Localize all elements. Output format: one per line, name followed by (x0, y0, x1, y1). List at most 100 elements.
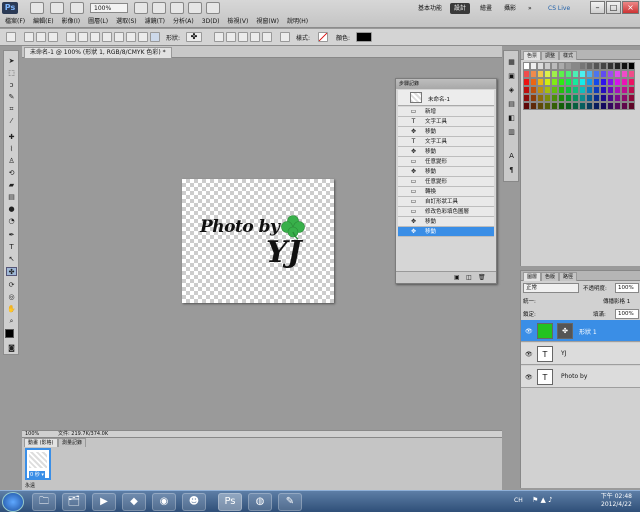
custom-shape-option[interactable] (150, 32, 160, 42)
delete-state-icon[interactable]: 🗑 (478, 274, 486, 281)
view-extras-icon[interactable] (70, 2, 84, 14)
color-swatch[interactable] (621, 94, 628, 102)
color-swatch[interactable] (593, 70, 600, 78)
color-swatch[interactable] (579, 62, 586, 70)
cs-live-button[interactable]: CS Live (544, 3, 574, 14)
tab-channels[interactable]: 色版 (541, 272, 560, 281)
color-swatch[interactable] (523, 102, 530, 110)
color-swatch[interactable] (544, 102, 551, 110)
color-swatch[interactable] (537, 86, 544, 94)
layer-photo-by[interactable]: 👁 T Photo by (521, 366, 640, 388)
color-swatch[interactable] (607, 78, 614, 86)
minimize-icon[interactable]: – (590, 1, 605, 14)
mini-panel-icon-1[interactable]: ▦ (506, 57, 517, 67)
color-swatch[interactable] (530, 62, 537, 70)
tab-paths[interactable]: 路徑 (559, 272, 578, 281)
type-tool-icon[interactable]: T (6, 243, 17, 252)
blur-tool-icon[interactable]: ● (6, 205, 17, 214)
layer-shape-1[interactable]: 👁 ✤ 形狀 1 (521, 320, 640, 342)
color-swatch[interactable] (600, 70, 607, 78)
color-swatch[interactable] (628, 86, 635, 94)
tool-preset-picker[interactable] (6, 32, 16, 42)
globe-taskbar-icon[interactable]: ◍ (248, 493, 272, 511)
tab-measurement-log[interactable]: 測量記錄 (58, 438, 87, 447)
color-swatch[interactable] (593, 78, 600, 86)
menu-layer[interactable]: 圖層(L) (88, 16, 108, 28)
history-state[interactable]: ▭ 自訂形狀工具 (398, 197, 494, 207)
create-snapshot-icon[interactable]: ◫ (466, 274, 472, 281)
color-swatch[interactable] (593, 62, 600, 70)
fill-input[interactable]: 100% (615, 309, 639, 319)
folder-taskbar-icon[interactable]: 🗂 (62, 493, 86, 511)
color-swatch[interactable] (593, 86, 600, 94)
color-swatch[interactable] (600, 94, 607, 102)
foreground-color-swatch[interactable] (5, 329, 14, 338)
color-swatch[interactable] (530, 102, 537, 110)
color-swatch[interactable] (558, 102, 565, 110)
hand-tool-icon[interactable]: ✋ (6, 305, 17, 314)
close-icon[interactable]: × (622, 1, 639, 14)
color-swatch[interactable] (544, 78, 551, 86)
propagate-frame-checkbox[interactable]: 傳播影格 1 (603, 297, 630, 305)
frame-delay[interactable]: 0 秒 ▾ (29, 471, 45, 478)
workspace-essentials[interactable]: 基本功能 (414, 3, 446, 14)
arrange-documents-icon[interactable] (188, 2, 202, 14)
character-panel-icon[interactable]: A (506, 151, 517, 161)
color-swatch[interactable] (537, 94, 544, 102)
menu-help[interactable]: 說明(H) (287, 16, 308, 28)
dodge-tool-icon[interactable]: ◔ (6, 217, 17, 226)
history-brush-tool-icon[interactable]: ⟲ (6, 169, 17, 178)
color-swatch[interactable] (558, 70, 565, 78)
freeform-pen-option[interactable] (78, 32, 88, 42)
canvas[interactable]: Photo by YJ (182, 179, 334, 303)
color-swatch[interactable] (621, 62, 628, 70)
link-icon[interactable] (280, 32, 290, 42)
menu-file[interactable]: 檔案(F) (5, 16, 25, 28)
color-swatch[interactable] (523, 62, 530, 70)
start-button-icon[interactable] (2, 492, 24, 512)
color-swatch[interactable] (621, 86, 628, 94)
color-swatch[interactable] (586, 78, 593, 86)
history-state[interactable]: ✥ 移動 (398, 167, 494, 177)
explorer-taskbar-icon[interactable]: 🗀 (32, 493, 56, 511)
color-swatch[interactable] (614, 70, 621, 78)
messenger-taskbar-icon[interactable]: ☻ (182, 493, 206, 511)
add-shape-area[interactable] (226, 32, 236, 42)
pen-tool-icon[interactable]: ✒ (6, 231, 17, 240)
more-workspaces[interactable]: » (524, 3, 536, 14)
healing-brush-tool-icon[interactable]: ✚ (6, 133, 17, 142)
brush-tool-icon[interactable]: ⌇ (6, 145, 17, 154)
color-swatch[interactable] (614, 78, 621, 86)
color-swatch[interactable] (593, 94, 600, 102)
color-swatch[interactable] (607, 94, 614, 102)
photoshop-taskbar-icon[interactable]: Ps (218, 493, 242, 511)
ellipse-option[interactable] (114, 32, 124, 42)
color-swatch[interactable] (530, 70, 537, 78)
color-swatch[interactable] (579, 78, 586, 86)
tray-icons[interactable]: ⚑ ▲ ♪ (532, 496, 553, 504)
screen-mode-icon[interactable] (206, 2, 220, 14)
workspace-photography[interactable]: 攝影 (500, 3, 520, 14)
color-swatch[interactable] (544, 86, 551, 94)
crop-tool-icon[interactable]: ⌗ (6, 105, 17, 114)
quick-select-tool-icon[interactable]: ✎ (6, 93, 17, 102)
media-player-taskbar-icon[interactable]: ▶ (92, 493, 116, 511)
menu-edit[interactable]: 編輯(E) (33, 16, 53, 28)
color-swatch[interactable] (579, 102, 586, 110)
history-state[interactable]: ▭ 任意變形 (398, 157, 494, 167)
color-swatch[interactable] (558, 94, 565, 102)
new-document-from-state-icon[interactable]: ▣ (454, 274, 460, 281)
color-swatch[interactable] (565, 62, 572, 70)
mini-panel-icon-3[interactable]: ◈ (506, 85, 517, 95)
rotate-view-icon[interactable] (170, 2, 184, 14)
blend-mode-select[interactable]: 正常 (523, 283, 579, 293)
chrome-taskbar-icon[interactable]: ◉ (152, 493, 176, 511)
color-swatch[interactable] (593, 102, 600, 110)
color-swatch[interactable] (614, 62, 621, 70)
color-swatch[interactable] (621, 78, 628, 86)
line-option[interactable] (138, 32, 148, 42)
menu-image[interactable]: 影像(I) (62, 16, 80, 28)
color-swatch[interactable] (600, 78, 607, 86)
menu-view[interactable]: 檢視(V) (228, 16, 249, 28)
color-swatch[interactable] (572, 102, 579, 110)
